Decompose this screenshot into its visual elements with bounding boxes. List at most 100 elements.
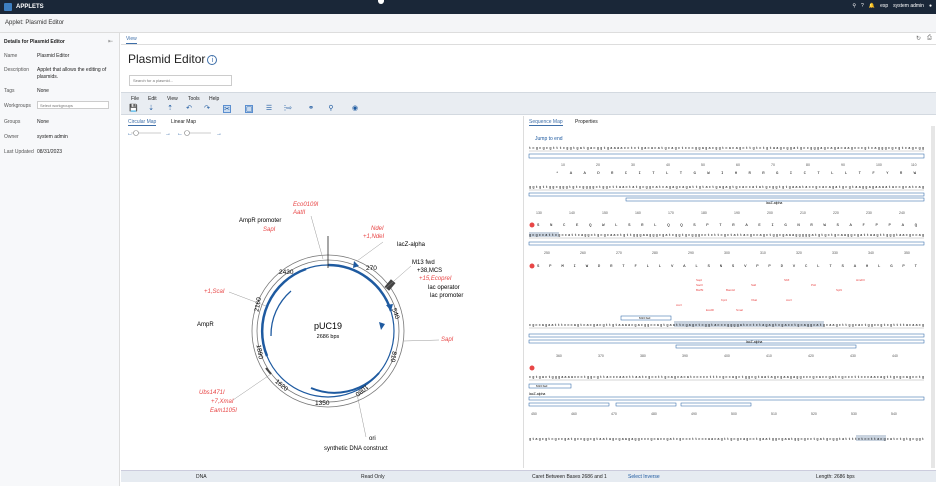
details-panel: Details for Plasmid Editor ⇤ Name Plasmi… — [0, 33, 120, 486]
menu-tools[interactable]: Tools — [188, 96, 200, 102]
info-icon[interactable]: i — [207, 54, 218, 65]
enzyme-scai[interactable]: +1,ScaI — [204, 289, 225, 295]
sequence-map-svg[interactable]: Jump to end tcgcgcgtttcggtgatgacggtgaaaa… — [526, 116, 936, 468]
help-icon[interactable]: ? — [861, 3, 864, 9]
upload-icon[interactable]: ⇡ — [166, 105, 174, 113]
lacz-feature-arc[interactable] — [327, 263, 393, 312]
plasmid-length: 2686 bps — [317, 334, 340, 340]
label-lacz[interactable]: lacZ-alpha — [397, 242, 426, 248]
feature-bar[interactable] — [615, 402, 677, 407]
label-ampr-promoter[interactable]: AmpR promoter — [239, 218, 281, 224]
cut-icon[interactable]: ✂ — [223, 105, 231, 113]
menu-bar: File Edit View Tools Help — [121, 92, 936, 103]
menu-help[interactable]: Help — [209, 96, 219, 102]
enzyme-ecopre[interactable]: +15,EcopreI — [419, 276, 452, 282]
tick-label: 230 — [866, 211, 872, 215]
plasmid-search-input[interactable] — [129, 75, 232, 86]
lac-operator-bar[interactable] — [675, 344, 857, 349]
brand[interactable]: APPLETS — [4, 3, 44, 11]
feature-bar[interactable] — [528, 333, 925, 338]
user-avatar-icon[interactable]: ● — [929, 3, 932, 9]
lacz-bar[interactable] — [528, 396, 925, 401]
svg-text:SacII: SacII — [696, 283, 703, 287]
aa-row-3[interactable]: S N C E Q W L S R L Q Q S P T R A E I G … — [537, 224, 918, 228]
enzyme-ndei-plus[interactable]: +1,NdeI — [363, 234, 385, 240]
lacz-bar[interactable] — [528, 241, 925, 246]
list-icon[interactable]: ☰ — [265, 105, 273, 113]
circular-map-svg[interactable]: ← → ← → 270 540 810 1080 1350 1620 1890 … — [121, 116, 521, 468]
tick-label: 190 — [734, 211, 740, 215]
sequence-row-5[interactable]: cgtgactgggaaaaccctggcgttacccaacttaatcgcc… — [529, 376, 924, 380]
svg-text:PstI: PstI — [811, 283, 816, 287]
svg-text:HindIII: HindIII — [856, 278, 865, 282]
jump-to-end-link[interactable]: Jump to end — [535, 136, 563, 142]
zoom-slider-circular[interactable]: ← → — [127, 130, 171, 138]
select-inverse-link[interactable]: Select Inverse — [628, 474, 660, 480]
status-readonly[interactable]: Read Only — [361, 474, 385, 480]
enzyme-ubs[interactable]: Ubs1471I — [199, 390, 225, 396]
download-icon[interactable]: ⇣ — [147, 105, 155, 113]
feature-bar[interactable] — [528, 192, 925, 197]
refresh-icon[interactable]: ↻ — [916, 35, 923, 42]
print-icon[interactable]: ⎙ — [927, 35, 934, 42]
zoom-slider-linear[interactable]: ← → — [177, 130, 222, 138]
label-ori[interactable]: ori — [369, 436, 376, 442]
tick-label: 490 — [691, 412, 697, 416]
aa-row-4[interactable]: S P M I W D R T F L L V A L S N S V P P … — [537, 265, 918, 269]
lacz-bar[interactable] — [528, 339, 925, 344]
detail-key: Tags — [4, 88, 15, 94]
aa-row-1[interactable]: * A A D R C I T L T G W I H R R G I C T … — [556, 171, 917, 176]
enzyme-eam[interactable]: Eam1105I — [210, 408, 237, 414]
main-area: View ↻ ⎙ Plasmid Editori File Edit View … — [121, 33, 936, 486]
sequence-row-2[interactable]: ggtgttggcgggtgtcggggctggcttaactatgcggcat… — [529, 186, 924, 190]
label-ampr[interactable]: AmpR — [197, 322, 214, 328]
pull-tab-icon[interactable] — [378, 0, 384, 4]
user-name[interactable]: system admin — [893, 3, 924, 9]
enzyme-aat2[interactable]: AatII — [292, 210, 306, 216]
select-icon[interactable]: ▢ — [245, 105, 253, 113]
enzyme-eco0109[interactable]: Eco0109I — [293, 202, 319, 208]
pane-divider[interactable] — [523, 116, 524, 468]
workgroups-input[interactable] — [37, 101, 109, 109]
label-lac-promoter[interactable]: lac promoter — [430, 293, 463, 299]
redo-icon[interactable]: ↷ — [203, 105, 211, 113]
ampr-feature-arc[interactable] — [260, 267, 307, 357]
lock-icon[interactable]: ⚭ — [307, 105, 315, 113]
enzyme-ndei[interactable]: NdeI — [371, 226, 384, 232]
save-icon[interactable]: 💾 — [129, 105, 138, 113]
sequence-row-1[interactable]: tcgcgcgtttcggtgatgacggtgaaaacctctgacacat… — [529, 147, 924, 151]
enzyme-cutsite-cluster[interactable]: SapISacIIBsrBI BamHI SalI SbfI PstI SphI Hin… — [676, 278, 865, 312]
details-header: Details for Plasmid Editor — [4, 39, 65, 45]
feature-arrow-icon[interactable]: ⇨ — [285, 105, 293, 113]
enzyme-sapi-right[interactable]: SapI — [441, 337, 454, 343]
feature-bar[interactable] — [680, 402, 752, 407]
label-m13[interactable]: M13 fwd — [412, 260, 435, 266]
feature-bar[interactable] — [528, 153, 925, 159]
zoom-icon[interactable]: ⚲ — [327, 105, 335, 113]
applets-logo-icon — [4, 3, 12, 11]
tab-view[interactable]: View — [126, 36, 137, 44]
svg-text:←: ← — [127, 131, 133, 137]
label-synthetic[interactable]: synthetic DNA construct — [324, 446, 388, 452]
tick-label: 320 — [796, 251, 802, 255]
search-icon[interactable]: ⚲ — [852, 3, 856, 9]
tick-label: 210 — [800, 211, 806, 215]
enzyme-xmai[interactable]: +7,XmaI — [211, 399, 234, 405]
menu-view[interactable]: View — [167, 96, 178, 102]
sequence-row-4[interactable]: cgccagaatttcccagtcacgacgttgtaaaacgacggcc… — [529, 324, 924, 328]
eye-icon[interactable]: ◉ — [351, 105, 359, 113]
label-mcs[interactable]: +38,MCS — [417, 268, 442, 274]
undo-icon[interactable]: ↶ — [185, 105, 193, 113]
tick-label: 330 — [832, 251, 838, 255]
notification-icon[interactable]: 🔔 — [869, 3, 875, 9]
feature-bar[interactable] — [528, 402, 610, 407]
collapse-panel-icon[interactable]: ⇤ — [108, 38, 113, 45]
menu-file[interactable]: File — [131, 96, 139, 102]
toolbar: 💾 ⇣ ⇡ ↶ ↷ ✂ ▢ ☰ ⋮ ⇨ ⚭ ⚲ ◉ — [121, 103, 936, 115]
label-lac-operator[interactable]: lac operator — [428, 285, 460, 291]
sequence-row-3[interactable]: gcgccattcgccattcaggctgcgcaactgttgggaaggg… — [529, 234, 924, 238]
tick-label: 480 — [651, 412, 657, 416]
sequence-row-6[interactable]: gtagcgtcgccgatgccggcgtaatagcgaagaggcccgc… — [529, 438, 924, 442]
menu-edit[interactable]: Edit — [148, 96, 157, 102]
enzyme-sapi-top[interactable]: SapI — [263, 227, 276, 233]
